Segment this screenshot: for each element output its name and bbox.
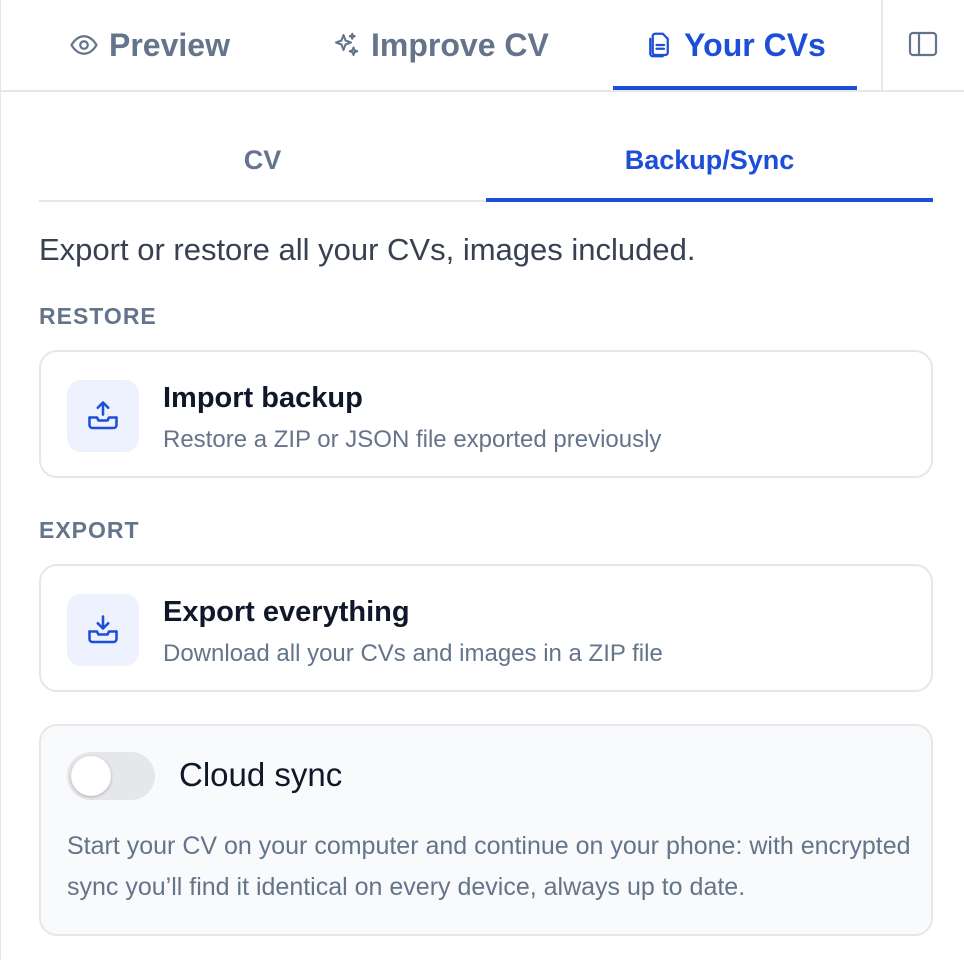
export-everything-description: Download all your CVs and images in a ZI… [163, 640, 663, 667]
eye-icon [70, 35, 98, 55]
restore-section-label: RESTORE [39, 303, 157, 329]
tab-your-cvs-label: Your CVs [684, 26, 826, 63]
download-icon [88, 615, 118, 644]
export-section-label: EXPORT [39, 517, 140, 543]
import-icon-box [67, 380, 139, 452]
export-everything-title: Export everything [163, 596, 410, 628]
documents-icon [649, 32, 670, 58]
tab-improve-cv-label: Improve CV [371, 26, 549, 63]
import-backup-title: Import backup [163, 382, 363, 414]
subtab-cv[interactable]: CV [39, 120, 486, 200]
sidebar-toggle-icon[interactable] [907, 30, 939, 58]
intro-text: Export or restore all your CVs, images i… [39, 232, 696, 267]
tab-your-cvs[interactable]: Your CVs [613, 0, 857, 90]
toggle-knob [71, 756, 111, 796]
export-everything-button[interactable]: Export everything Download all your CVs … [39, 564, 933, 692]
tab-preview[interactable]: Preview [69, 0, 230, 90]
cloud-sync-toggle[interactable] [67, 752, 155, 800]
your-cvs-panel: Preview Improve CV Your CVs CV Backup/Sy… [0, 0, 964, 960]
export-icon-box [67, 594, 139, 666]
sparkles-icon [335, 32, 359, 56]
subtab-backup-sync[interactable]: Backup/Sync [486, 120, 933, 202]
import-backup-description: Restore a ZIP or JSON file exported prev… [163, 426, 662, 453]
upload-icon [88, 401, 118, 430]
sub-tab-bar: CV Backup/Sync [39, 120, 933, 202]
main-tab-bar: Preview Improve CV Your CVs [1, 0, 964, 92]
cloud-sync-title: Cloud sync [179, 756, 343, 793]
tab-preview-label: Preview [109, 26, 230, 63]
cloud-sync-description: Start your CV on your computer and conti… [67, 832, 911, 901]
import-backup-button[interactable]: Import backup Restore a ZIP or JSON file… [39, 350, 933, 478]
cloud-sync-card: Cloud sync Start your CV on your compute… [39, 724, 933, 936]
tab-divider [881, 0, 883, 90]
tab-improve-cv[interactable]: Improve CV [331, 0, 549, 90]
